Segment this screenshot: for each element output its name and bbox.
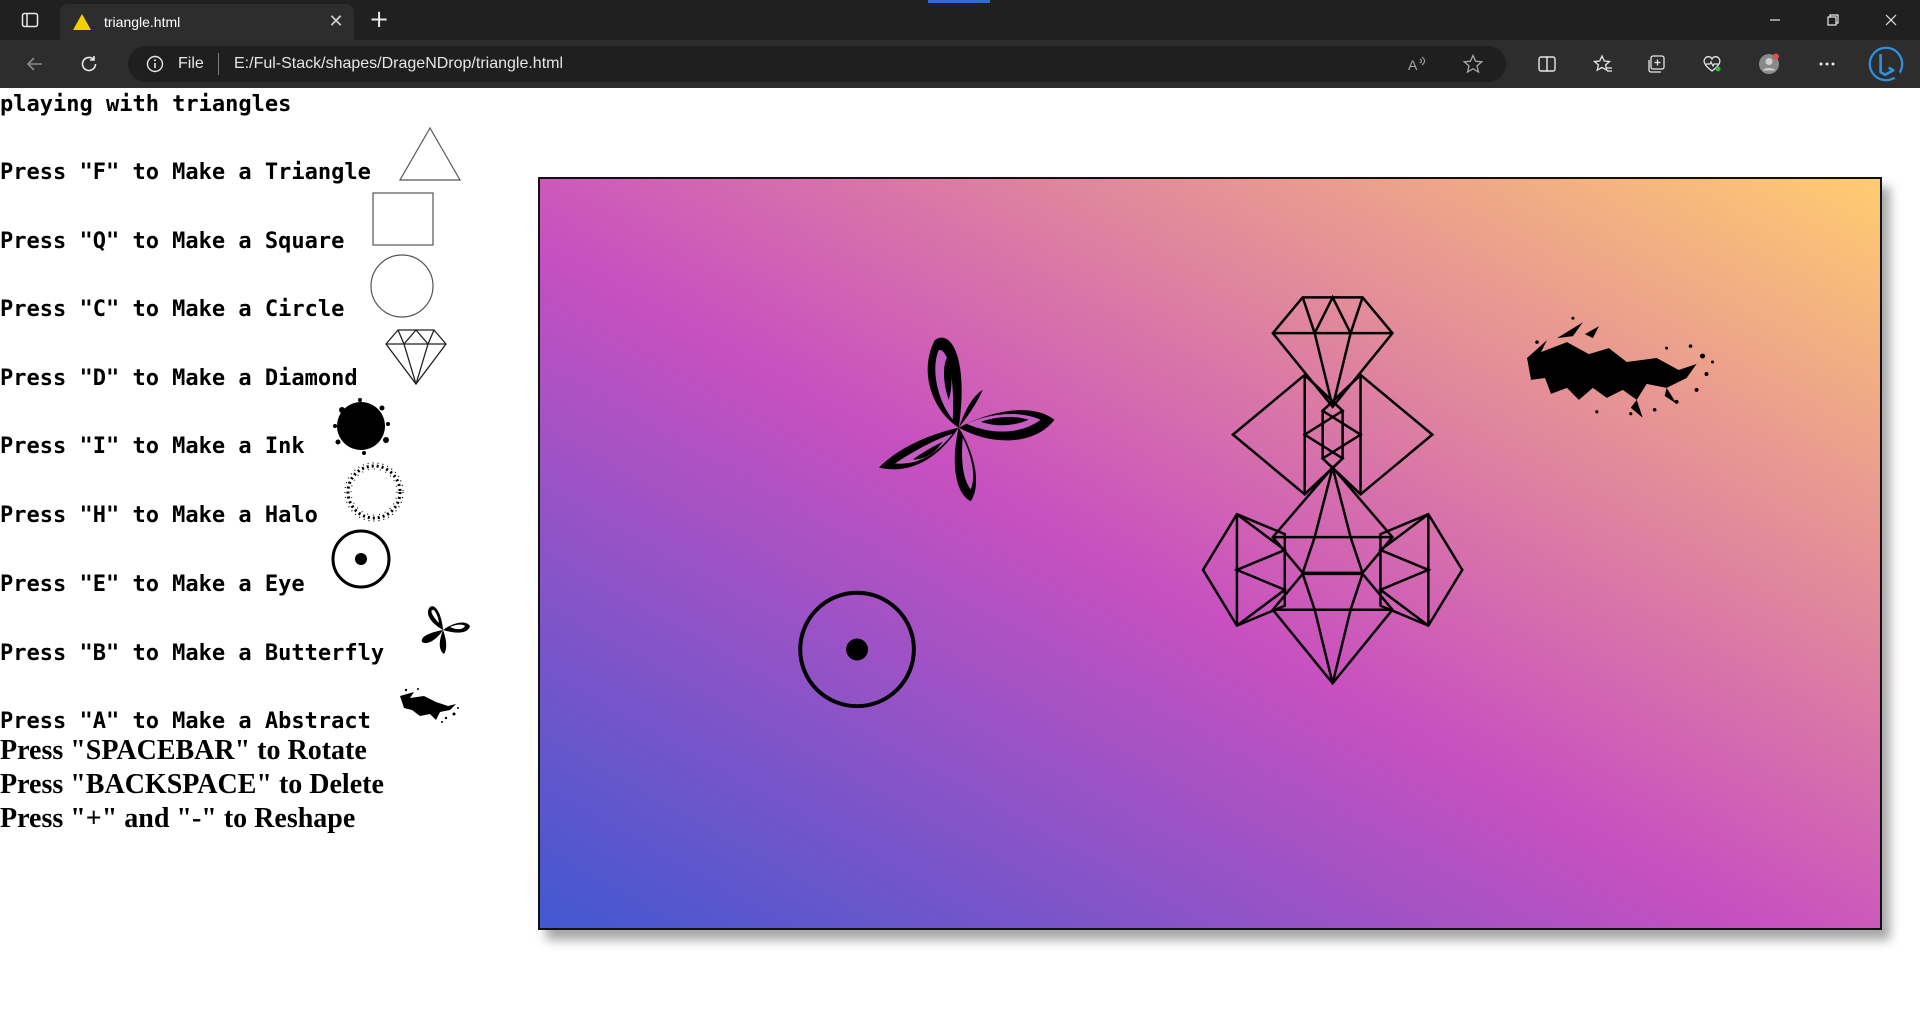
- triangle-icon[interactable]: [398, 126, 462, 182]
- read-aloud-icon[interactable]: A: [1406, 53, 1428, 75]
- instruction-ink: Press "I" to Make a Ink: [0, 434, 305, 459]
- split-screen-icon[interactable]: [1530, 48, 1564, 80]
- address-separator: [218, 53, 219, 75]
- browser-essentials-icon[interactable]: [1695, 48, 1729, 80]
- page-content: playing with triangles Press "F" to Make…: [0, 88, 1920, 1030]
- close-tab-icon[interactable]: ✕: [326, 12, 346, 32]
- butterfly-icon[interactable]: [418, 604, 472, 656]
- url-text[interactable]: E:/Ful-Stack/shapes/DrageNDrop/triangle.…: [234, 55, 563, 73]
- browser-tab-bar: triangle.html ✕ +: [0, 0, 1920, 40]
- diamond-icon[interactable]: [384, 328, 448, 386]
- new-tab-icon[interactable]: +: [366, 7, 392, 32]
- circle-icon[interactable]: [370, 254, 434, 318]
- refresh-icon[interactable]: [72, 48, 106, 80]
- collections-icon[interactable]: [1640, 48, 1674, 80]
- browser-toolbar: File E:/Ful-Stack/shapes/DrageNDrop/tria…: [0, 40, 1920, 88]
- address-bar[interactable]: File E:/Ful-Stack/shapes/DrageNDrop/tria…: [128, 46, 1506, 82]
- copilot-icon[interactable]: [1866, 44, 1906, 84]
- back-icon[interactable]: [18, 48, 52, 80]
- instruction-butterfly: Press "B" to Make a Butterfly: [0, 641, 385, 666]
- instruction-eye: Press "E" to Make a Eye: [0, 572, 305, 597]
- instruction-abstract: Press "A" to Make a Abstract: [0, 709, 371, 734]
- info-icon[interactable]: [146, 55, 164, 73]
- instruction-diamond: Press "D" to Make a Diamond: [0, 366, 358, 391]
- canvas-background: [540, 179, 1880, 928]
- restore-icon[interactable]: [1810, 6, 1856, 34]
- tab-actions-icon[interactable]: [14, 8, 46, 32]
- url-scheme-label: File: [178, 55, 204, 72]
- shape-canvas[interactable]: [538, 177, 1882, 930]
- add-favorite-icon[interactable]: [1462, 53, 1484, 75]
- eye-icon[interactable]: [330, 528, 392, 590]
- profile-avatar-icon[interactable]: [1752, 48, 1786, 80]
- ink-icon[interactable]: [330, 396, 392, 456]
- instruction-triangle: Press "F" to Make a Triangle: [0, 160, 371, 185]
- active-tab[interactable]: triangle.html ✕: [60, 4, 354, 40]
- warning-favicon-icon: [73, 14, 91, 30]
- close-window-icon[interactable]: [1868, 6, 1914, 34]
- page-heading: playing with triangles: [0, 92, 292, 117]
- minimize-icon[interactable]: [1752, 6, 1798, 34]
- instruction-square: Press "Q" to Make a Square: [0, 229, 345, 254]
- instruction-circle: Press "C" to Make a Circle: [0, 297, 345, 322]
- square-icon[interactable]: [372, 192, 434, 246]
- tab-title: triangle.html: [104, 14, 181, 30]
- instruction-halo: Press "H" to Make a Halo: [0, 503, 318, 528]
- abstract-icon[interactable]: [396, 686, 460, 726]
- svg-text:A: A: [1408, 57, 1418, 73]
- favorites-icon[interactable]: [1586, 48, 1620, 80]
- control-delete: Press "BACKSPACE" to Delete: [0, 769, 384, 800]
- control-reshape: Press "+" and "-" to Reshape: [0, 803, 356, 834]
- more-options-icon[interactable]: [1810, 48, 1844, 80]
- loading-indicator: [928, 0, 990, 3]
- halo-icon[interactable]: [342, 460, 406, 524]
- control-rotate: Press "SPACEBAR" to Rotate: [0, 735, 367, 766]
